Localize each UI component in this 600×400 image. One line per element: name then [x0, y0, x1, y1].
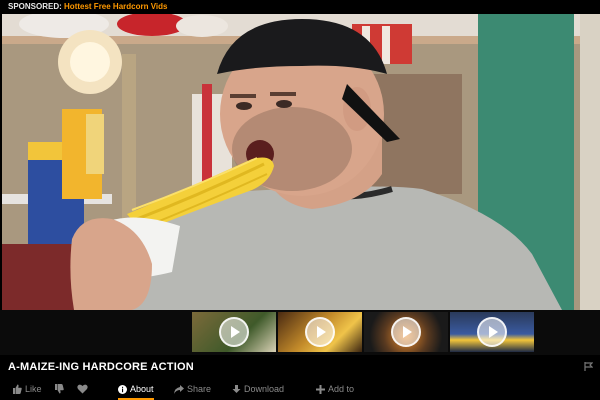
about-label: About [130, 384, 154, 394]
tab-about[interactable]: About [118, 384, 154, 400]
thumbnail-corn-plate[interactable] [278, 312, 362, 352]
download-label: Download [244, 384, 285, 394]
favorite-button[interactable] [77, 384, 91, 394]
plus-icon [316, 385, 325, 394]
play-icon [305, 317, 335, 347]
thumbs-down-icon [55, 384, 64, 394]
thumbs-up-icon [13, 384, 22, 394]
video-player[interactable] [2, 14, 600, 310]
sponsored-bar: SPONSORED: Hottest Free Hardcorn Vids [0, 0, 600, 14]
sponsored-label: SPONSORED: [8, 2, 62, 11]
flag-icon[interactable] [584, 362, 594, 373]
tab-add-to[interactable]: Add to [316, 384, 354, 394]
thumbnail-corn-blue-plate[interactable] [450, 312, 534, 352]
play-icon [477, 317, 507, 347]
tab-download[interactable]: Download [232, 384, 284, 394]
addto-label: Add to [328, 384, 355, 394]
thumbnail-strip [0, 310, 600, 355]
heart-icon [77, 384, 88, 394]
tab-share[interactable]: Share [174, 384, 211, 394]
video-title: A-MAIZE-ING HARDCORE ACTION [8, 361, 194, 373]
action-bar: Like About Share Download Add to [0, 380, 600, 400]
like-button[interactable]: Like [12, 384, 42, 394]
play-icon [219, 317, 249, 347]
info-icon [118, 385, 127, 394]
sponsored-link[interactable]: Hottest Free Hardcorn Vids [64, 2, 167, 11]
thumbnail-corn-pot[interactable] [364, 312, 448, 352]
like-label: Like [25, 384, 42, 394]
download-icon [232, 385, 241, 393]
share-icon [174, 385, 184, 394]
share-label: Share [187, 384, 212, 394]
thumbnail-grilled-corn[interactable] [192, 312, 276, 352]
video-frame-image [2, 14, 600, 310]
play-icon [391, 317, 421, 347]
dislike-button[interactable] [54, 384, 67, 394]
